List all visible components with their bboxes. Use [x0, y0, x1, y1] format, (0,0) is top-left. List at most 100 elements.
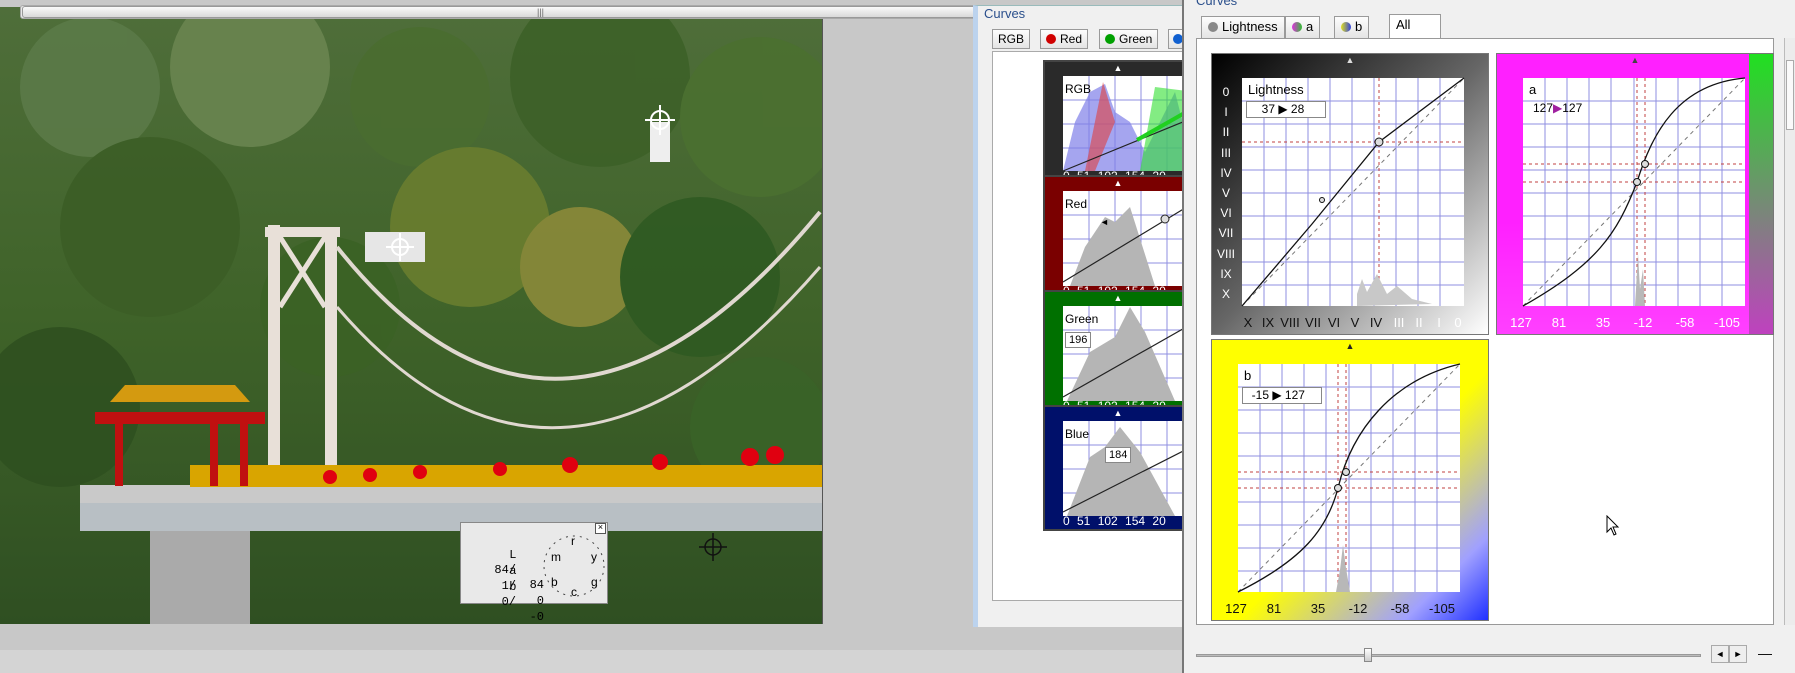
- y-tick-label: 0: [1222, 85, 1230, 99]
- photo-canvas[interactable]: × L 84/ 84 a 1/ 0 b 0/ -0 m r y g c b: [0, 7, 823, 624]
- horizontal-scroll-thumb[interactable]: |||: [22, 6, 1059, 18]
- yellow-blue-dot-icon: [1341, 22, 1351, 32]
- point-marker-icon: ◄: [1100, 217, 1109, 227]
- dial-label-b: b: [551, 575, 558, 589]
- tab-label: b: [1355, 19, 1363, 34]
- curve-b[interactable]: ▲ b -15 ▶ 127 127 81 35 -12 -58 -105: [1211, 339, 1489, 621]
- y-tick-label: III: [1220, 145, 1231, 160]
- x-tick-label: V: [1350, 315, 1360, 330]
- y-tick-label: I: [1224, 105, 1228, 120]
- x-tick-label: -105: [1713, 315, 1741, 330]
- y-tick-label: V: [1221, 185, 1230, 200]
- window-title: Curves: [1196, 0, 1238, 8]
- dial-label-g: g: [591, 575, 598, 589]
- y-tick-label: IX: [1220, 266, 1232, 281]
- tab-label: Lightness: [1222, 19, 1278, 34]
- point-value-field[interactable]: 196: [1065, 332, 1092, 348]
- collapse-arrow-icon[interactable]: ▲: [1345, 56, 1355, 65]
- bridge-photo: [0, 7, 822, 624]
- curve-label-b: b: [1244, 368, 1252, 383]
- y-tick-label: X: [1221, 286, 1230, 301]
- rgb-curve-graph: [1062, 76, 1191, 172]
- curve-red[interactable]: Red ◄ 0 51 102 154 20 ▲: [1043, 175, 1193, 301]
- lab-curves-panel: ▲ 0 I II III IV V VI VII VIII IX X Light…: [1196, 38, 1774, 625]
- red-dot-icon: [1046, 34, 1056, 44]
- x-tick-label: II: [1415, 315, 1423, 330]
- a-curve-graph: [1522, 77, 1746, 307]
- rgb-curves-window: Curves RGB Red Green RGB 0 51 102 154 20…: [973, 5, 1193, 627]
- collapse-arrow-icon[interactable]: ▲: [1113, 179, 1123, 188]
- zoom-slider[interactable]: [1196, 648, 1701, 662]
- tab-b[interactable]: b: [1334, 16, 1370, 38]
- curve-green[interactable]: Green 196 0 51 102 154 20 ▲: [1043, 290, 1193, 416]
- point-input-lightness[interactable]: 37 ▶ 28: [1246, 101, 1326, 118]
- y-tick-label: IV: [1220, 165, 1232, 180]
- y-tick-label: VI: [1220, 206, 1232, 221]
- tab-green[interactable]: Green: [1099, 29, 1159, 49]
- blue-curve-graph: [1062, 421, 1191, 516]
- dial-label-y: y: [591, 550, 597, 564]
- magenta-green-dot-icon: [1292, 22, 1302, 32]
- point-output-value: 28: [1290, 102, 1305, 116]
- tab-all[interactable]: All: [1389, 14, 1441, 38]
- nav-right-button[interactable]: ►: [1729, 645, 1747, 663]
- x-tick-label: 81: [1551, 315, 1567, 330]
- x-tick-label: 0: [1454, 315, 1462, 330]
- curve-blue[interactable]: Blue 184 0 51 102 154 20 ▲: [1043, 405, 1193, 531]
- x-tick-labels: 0 51 102 154 20: [1063, 514, 1166, 528]
- mouse-cursor-icon: [1606, 515, 1620, 536]
- curve-lightness[interactable]: ▲ 0 I II III IV V VI VII VIII IX X Light…: [1211, 53, 1489, 335]
- x-tick-label: VII: [1305, 315, 1321, 330]
- x-tick-label: -12: [1348, 601, 1368, 616]
- x-tick-label: -58: [1390, 601, 1410, 616]
- collapse-arrow-icon[interactable]: ▲: [1113, 294, 1123, 303]
- collapse-arrow-icon[interactable]: ▲: [1113, 409, 1123, 418]
- point-input-b[interactable]: -15 ▶ 127: [1242, 387, 1322, 404]
- green-dot-icon: [1105, 34, 1115, 44]
- green-curve-graph: [1062, 306, 1191, 401]
- window-title: Curves: [984, 6, 1026, 21]
- vertical-scroll-thumb[interactable]: [1786, 60, 1794, 130]
- point-output-value: 127: [1562, 101, 1583, 115]
- slider-thumb[interactable]: [1364, 648, 1372, 662]
- collapse-arrow-icon[interactable]: ▲: [1630, 56, 1640, 65]
- point-input-a[interactable]: 127▶127: [1529, 101, 1589, 118]
- x-tick-label: III: [1393, 315, 1405, 330]
- tab-label: RGB: [998, 32, 1025, 46]
- point-value-field[interactable]: 184: [1105, 447, 1132, 463]
- info-value-before: 0/: [501, 595, 516, 609]
- curve-rgb[interactable]: RGB 0 51 102 154 20 ▲: [1043, 60, 1193, 186]
- x-tick-label: IV: [1369, 315, 1383, 330]
- x-tick-label: IX: [1261, 315, 1275, 330]
- x-tick-label: 35: [1310, 601, 1326, 616]
- red-curve-graph: [1062, 191, 1191, 286]
- tab-rgb[interactable]: RGB: [992, 29, 1031, 49]
- hue-dial-icon: m r y g c b: [543, 534, 605, 599]
- tab-red[interactable]: Red: [1040, 29, 1089, 49]
- nav-left-button[interactable]: ◄: [1711, 645, 1729, 663]
- dial-label-r: r: [571, 534, 575, 548]
- color-info-panel: × L 84/ 84 a 1/ 0 b 0/ -0 m r y g c b: [460, 522, 608, 624]
- curve-label-a: a: [1529, 82, 1537, 97]
- x-tick-label: -58: [1675, 315, 1695, 330]
- point-input-value: 127: [1532, 101, 1553, 115]
- tab-label: a: [1306, 19, 1314, 34]
- tab-label: All: [1396, 17, 1411, 32]
- x-tick-label: 127: [1225, 601, 1247, 616]
- curve-a[interactable]: ▲ a 127▶127 127 81 35 -12 -58 -105: [1496, 53, 1774, 335]
- dial-label-c: c: [571, 585, 577, 599]
- minimize-button[interactable]: —: [1754, 645, 1776, 663]
- x-tick-label: VI: [1327, 315, 1341, 330]
- info-row-b: b 0/ -0: [466, 565, 544, 624]
- x-tick-label: -105: [1428, 601, 1456, 616]
- point-input-value: -15: [1251, 388, 1269, 402]
- info-row-l: L 84/ 84: [466, 533, 544, 592]
- collapse-arrow-icon[interactable]: ▲: [1113, 64, 1123, 73]
- curve-label-red: Red: [1065, 197, 1088, 211]
- tab-a[interactable]: a: [1285, 16, 1321, 38]
- point-output-value: 127: [1284, 388, 1305, 402]
- collapse-arrow-icon[interactable]: ▲: [1345, 342, 1355, 351]
- tab-lightness[interactable]: Lightness: [1201, 16, 1285, 38]
- tab-label: Green: [1119, 32, 1153, 46]
- y-tick-label: II: [1222, 125, 1230, 140]
